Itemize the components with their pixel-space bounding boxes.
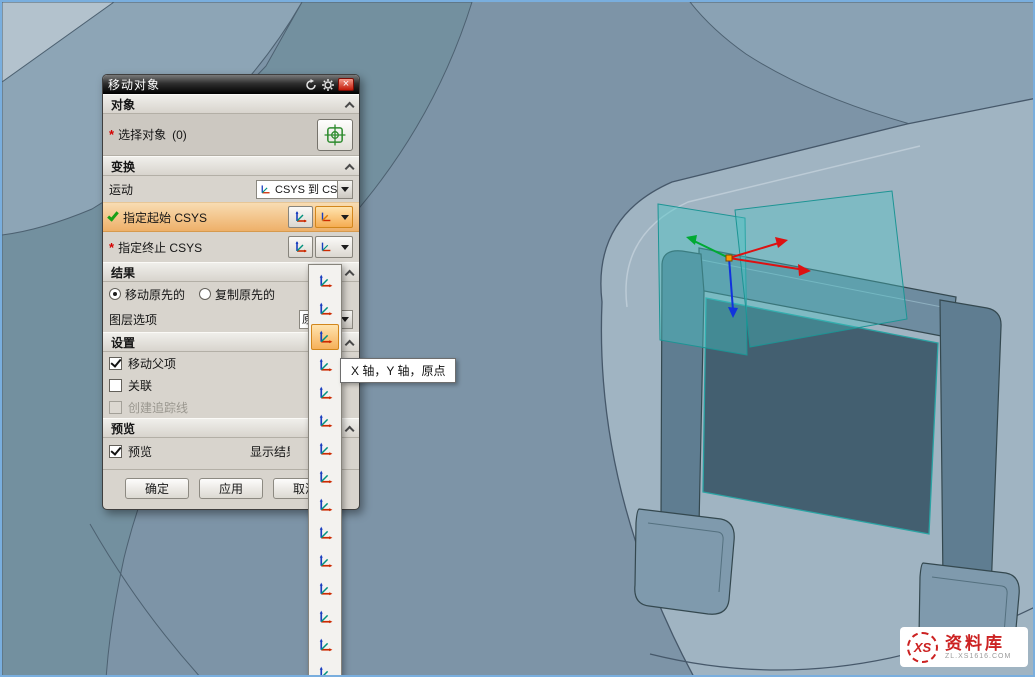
section-label-preview: 预览 bbox=[111, 420, 135, 437]
move-parent-checkbox[interactable] bbox=[109, 357, 122, 370]
layer-option-label: 图层选项 bbox=[109, 311, 157, 328]
watermark-logo: XS bbox=[907, 632, 938, 663]
csys-z-axis-y-axis-origin-icon[interactable] bbox=[311, 436, 339, 462]
end-csys-dialog-button[interactable] bbox=[288, 236, 313, 258]
ok-button[interactable]: 确定 bbox=[125, 478, 189, 499]
watermark-brand: 资料库 bbox=[945, 634, 1011, 653]
application-window: 移动对象 × 对象 * 选择对象 (0) bbox=[0, 0, 1035, 677]
required-asterisk: * bbox=[109, 240, 114, 255]
section-label-transform: 变换 bbox=[111, 158, 135, 175]
motion-dropdown-arrow[interactable] bbox=[337, 181, 352, 198]
csys-type-icon bbox=[319, 240, 333, 254]
csys-current-view-icon[interactable] bbox=[311, 660, 339, 677]
csys-type-icon bbox=[319, 210, 333, 224]
select-object-label: 选择对象 bbox=[118, 126, 166, 143]
collapse-chevron-icon[interactable] bbox=[345, 269, 355, 279]
section-label-settings: 设置 bbox=[111, 334, 135, 351]
green-check-icon bbox=[107, 209, 119, 221]
show-result-button[interactable]: 显示结果 bbox=[250, 443, 290, 460]
dialog-titlebar[interactable]: 移动对象 × bbox=[103, 75, 359, 94]
csys-origin-handle bbox=[726, 255, 732, 261]
move-parent-label: 移动父项 bbox=[128, 355, 176, 372]
motion-row: 运动 CSYS 到 CSYS bbox=[103, 176, 359, 202]
csys-palette bbox=[308, 264, 342, 677]
preview-checkbox[interactable] bbox=[109, 445, 122, 458]
csys-x-axis-y-axis-icon[interactable] bbox=[311, 380, 339, 406]
radio-selected-icon[interactable] bbox=[109, 288, 121, 300]
watermark: XS 资料库 ZL.XS1616.COM bbox=[900, 627, 1028, 667]
preview-label: 预览 bbox=[128, 443, 152, 460]
dialog-title: 移动对象 bbox=[108, 76, 301, 93]
watermark-url: ZL.XS1616.COM bbox=[945, 653, 1011, 660]
required-asterisk: * bbox=[109, 127, 114, 142]
csys-plane-x-axis-point-icon[interactable] bbox=[311, 576, 339, 602]
associative-checkbox[interactable] bbox=[109, 379, 122, 392]
associative-label: 关联 bbox=[128, 377, 152, 394]
csys-x-axis-y-axis-origin-icon[interactable] bbox=[311, 324, 339, 350]
motion-value: CSYS 到 CSYS bbox=[273, 181, 337, 197]
collapse-chevron-icon[interactable] bbox=[345, 339, 355, 349]
move-original-label: 移动原先的 bbox=[125, 286, 185, 303]
section-label-object: 对象 bbox=[111, 96, 135, 113]
section-header-transform[interactable]: 变换 bbox=[103, 156, 359, 176]
copy-original-label: 复制原先的 bbox=[215, 286, 275, 303]
csys-dynamic-icon[interactable] bbox=[311, 268, 339, 294]
start-csys-dialog-button[interactable] bbox=[288, 206, 313, 228]
csys-z-axis-x-point-icon[interactable] bbox=[311, 464, 339, 490]
end-csys-label: 指定终止 CSYS bbox=[118, 239, 202, 256]
specify-end-csys-row[interactable]: * 指定终止 CSYS bbox=[103, 232, 359, 262]
csys-absolute-csys-icon[interactable] bbox=[311, 632, 339, 658]
section-label-result: 结果 bbox=[111, 264, 135, 281]
csys-origin-x-point-y-point-icon[interactable] bbox=[311, 352, 339, 378]
motion-label: 运动 bbox=[109, 181, 133, 198]
csys-three-planes-icon[interactable] bbox=[311, 604, 339, 630]
copy-original-option[interactable]: 复制原先的 bbox=[199, 286, 275, 303]
trace-line-checkbox bbox=[109, 401, 122, 414]
motion-combo[interactable]: CSYS 到 CSYS bbox=[256, 180, 353, 199]
start-csys-type-flyout-button[interactable] bbox=[315, 206, 353, 228]
crosshair-icon bbox=[324, 124, 346, 146]
trace-line-label: 创建追踪线 bbox=[128, 399, 188, 416]
select-object-count: (0) bbox=[172, 128, 187, 142]
collapse-chevron-icon[interactable] bbox=[345, 101, 355, 111]
csys-inferred-icon[interactable] bbox=[311, 296, 339, 322]
apply-button[interactable]: 应用 bbox=[199, 478, 263, 499]
specify-start-csys-row[interactable]: 指定起始 CSYS bbox=[103, 202, 359, 232]
move-original-option[interactable]: 移动原先的 bbox=[109, 286, 185, 303]
csys-to-csys-icon bbox=[257, 183, 273, 196]
flyout-arrow-icon bbox=[341, 215, 349, 224]
collapse-chevron-icon[interactable] bbox=[345, 163, 355, 173]
end-csys-type-flyout-button[interactable] bbox=[315, 236, 353, 258]
gear-icon[interactable] bbox=[321, 78, 335, 91]
close-button[interactable]: × bbox=[338, 78, 354, 91]
section-header-object[interactable]: 对象 bbox=[103, 94, 359, 114]
csys-point-perpendicular-curve-icon[interactable] bbox=[311, 520, 339, 546]
radio-unselected-icon[interactable] bbox=[199, 288, 211, 300]
collapse-chevron-icon[interactable] bbox=[345, 425, 355, 435]
csys-option-tooltip: X 轴，Y 轴，原点 bbox=[340, 358, 456, 383]
left-foot bbox=[635, 509, 734, 614]
select-object-button[interactable] bbox=[317, 119, 353, 151]
flyout-arrow-icon bbox=[341, 245, 349, 254]
csys-plane-and-vector-icon[interactable] bbox=[311, 548, 339, 574]
start-csys-label: 指定起始 CSYS bbox=[123, 209, 207, 226]
select-object-row[interactable]: * 选择对象 (0) bbox=[103, 114, 359, 156]
csys-object-csys-icon[interactable] bbox=[311, 492, 339, 518]
reset-icon[interactable] bbox=[304, 78, 318, 91]
csys-z-axis-x-axis-origin-icon[interactable] bbox=[311, 408, 339, 434]
